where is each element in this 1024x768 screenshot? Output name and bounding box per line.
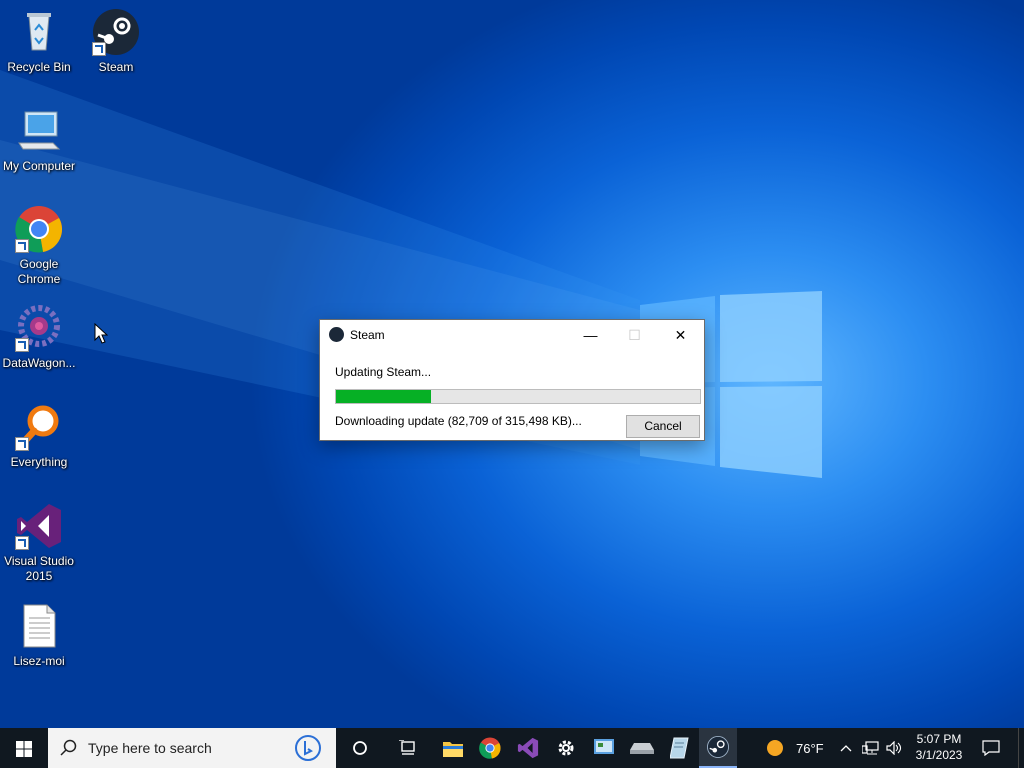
steam-icon [707,736,729,758]
update-status-text: Updating Steam... [335,365,432,379]
shortcut-arrow-icon [92,42,106,56]
datawagon-icon [15,304,63,352]
settings-taskbar[interactable] [547,728,585,768]
task-view-button[interactable] [389,728,427,768]
visual-studio-taskbar[interactable] [509,728,547,768]
dialog-titlebar[interactable]: Steam — ☐ ✕ [320,320,704,350]
progress-fill [336,390,432,403]
taskbar: Type here to search 76°F 5:07 PM 3/1/202… [0,728,1024,768]
close-button[interactable]: ✕ [658,320,703,350]
shortcut-arrow-icon [15,239,29,253]
shortcut-arrow-icon [15,536,29,550]
notepad-icon [670,737,689,759]
drive-taskbar[interactable] [623,728,661,768]
steam-icon [329,327,344,342]
desktop-icon-my-computer[interactable]: My Computer [0,107,78,174]
mouse-cursor-icon [94,323,108,344]
minimize-button[interactable]: — [568,320,613,350]
sun-icon [767,740,783,756]
taskbar-search-box[interactable]: Type here to search [48,728,336,768]
desktop-icon-label: Recycle Bin [7,60,71,74]
desktop-icon-recycle-bin[interactable]: Recycle Bin [0,8,78,75]
desktop-icon-label: Steam [98,60,134,74]
file-explorer-icon [443,742,463,757]
visual-studio-icon [517,737,539,759]
desktop-icon-label: Visual Studio 2015 [4,554,74,583]
chrome-taskbar[interactable] [471,728,509,768]
search-placeholder: Type here to search [88,740,212,756]
network-icon[interactable] [862,741,880,755]
desktop-icon-datawagon[interactable]: DataWagon... [0,304,78,371]
shortcut-arrow-icon [15,338,29,352]
desktop-icon-label: DataWagon... [2,356,76,370]
notifications-icon[interactable] [982,740,1000,756]
everything-search-icon [15,403,63,451]
desktop-icon-steam[interactable]: Steam [77,8,155,75]
steam-icon [92,8,140,56]
desktop-icon-google-chrome[interactable]: Google Chrome [0,205,78,287]
desktop-icon-visual-studio[interactable]: Visual Studio 2015 [0,502,78,584]
download-progress-bar [335,389,701,404]
steam-update-dialog: Steam — ☐ ✕ Updating Steam... Downloadin… [319,319,705,441]
recycle-bin-icon [15,8,63,56]
notepad-taskbar[interactable] [661,728,699,768]
weather-widget[interactable]: 76°F [760,728,830,768]
drive-icon [630,743,654,754]
desktop-icon-label: Lisez-moi [13,654,65,668]
desktop-icon-everything[interactable]: Everything [0,403,78,470]
dialog-body: Updating Steam... Downloading update (82… [320,350,704,440]
control-panel-icon [594,739,614,754]
shortcut-arrow-icon [15,437,29,451]
visual-studio-icon [15,502,63,550]
desktop-icon-label: Google Chrome [17,257,61,286]
bing-icon[interactable] [294,734,322,762]
file-explorer-taskbar[interactable] [433,728,471,768]
download-detail-text: Downloading update (82,709 of 315,498 KB… [335,414,582,428]
computer-icon [15,107,63,155]
weather-temperature: 76°F [796,741,824,756]
cortana-button[interactable] [341,728,379,768]
search-icon [60,739,77,756]
chrome-icon [15,205,63,253]
start-button[interactable] [0,728,48,768]
desktop-icon-label: My Computer [2,159,76,173]
volume-icon[interactable] [886,741,902,755]
task-view-icon [399,740,415,755]
maximize-button: ☐ [628,327,641,343]
control-panel-taskbar[interactable] [585,728,623,768]
steam-taskbar[interactable] [699,728,737,768]
text-document-icon [15,602,63,650]
cortana-icon [353,741,367,755]
clock-date: 3/1/2023 [915,748,963,762]
desktop-icon-label: Everything [10,455,68,469]
windows-logo-icon [16,741,32,757]
desktop: Recycle Bin Steam My Computer Google Chr… [0,0,1024,728]
settings-gear-icon [558,740,574,756]
chevron-up-icon[interactable] [840,744,852,752]
cancel-button[interactable]: Cancel [626,415,700,438]
chrome-icon [479,737,501,759]
dialog-title: Steam [350,328,385,342]
desktop-icon-lisez-moi[interactable]: Lisez-moi [0,602,78,669]
clock-time: 5:07 PM [916,732,962,746]
show-desktop-button[interactable] [1018,728,1024,768]
clock[interactable]: 5:07 PM 3/1/2023 [908,728,970,768]
